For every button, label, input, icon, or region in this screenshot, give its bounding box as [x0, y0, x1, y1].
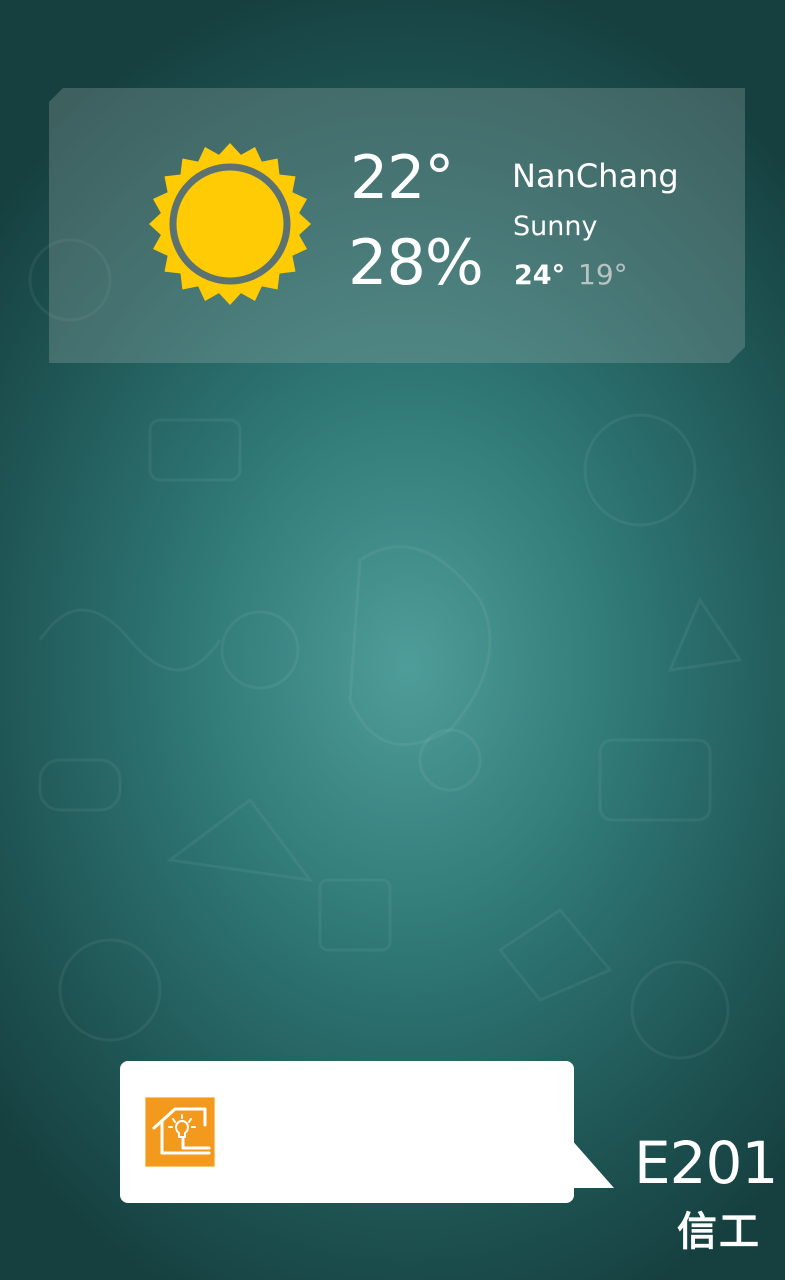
high-temperature: 24°	[514, 260, 566, 291]
current-temperature: 22°	[350, 143, 454, 213]
building-name: 信工	[677, 1209, 761, 1255]
room-code: E201	[634, 1129, 778, 1197]
smart-home-icon[interactable]	[145, 1097, 215, 1167]
city-name: NanChang	[512, 157, 679, 195]
sun-icon	[149, 143, 311, 305]
bubble-tail	[570, 1138, 614, 1188]
humidity-value: 28%	[348, 226, 484, 299]
weather-condition: Sunny	[513, 211, 598, 242]
low-temperature: 19°	[578, 258, 628, 291]
